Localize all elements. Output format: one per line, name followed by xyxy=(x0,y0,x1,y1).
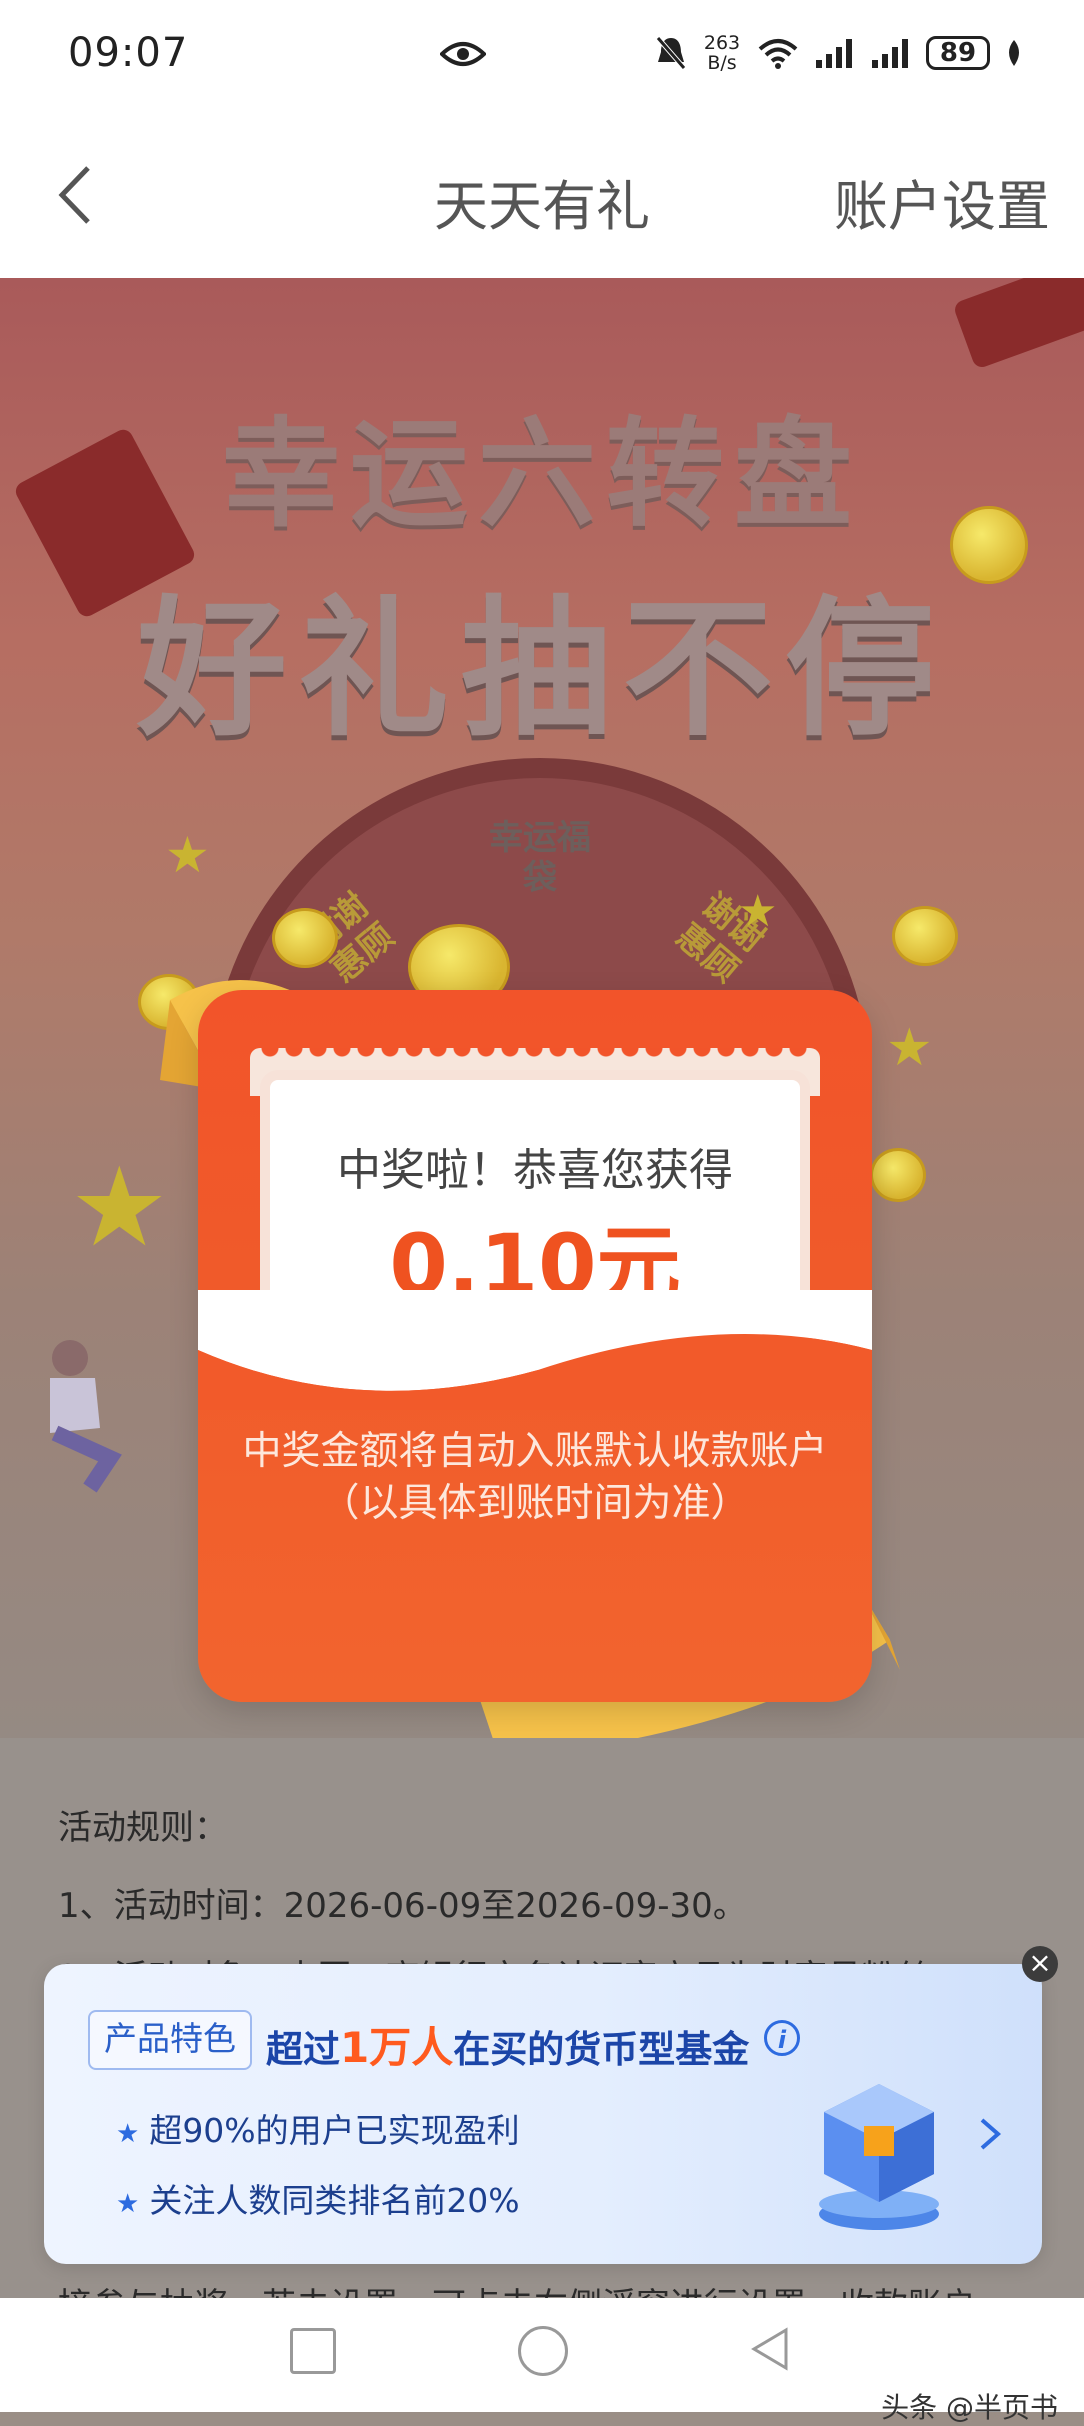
signal-icon xyxy=(872,39,908,68)
star-icon: ★ xyxy=(165,826,210,884)
ad-bullet: ★ 关注人数同类排名前20% xyxy=(116,2174,520,2222)
envelope-flap xyxy=(198,1290,872,1410)
star-icon: ★ xyxy=(738,886,778,937)
wifi-icon xyxy=(758,39,798,69)
star-icon: ★ xyxy=(886,1018,933,1078)
recent-apps-button[interactable] xyxy=(290,2328,336,2374)
star-icon: ★ xyxy=(70,1143,169,1271)
product-feature-tag: 产品特色 xyxy=(88,2010,252,2070)
account-settings-link[interactable]: 账户设置 xyxy=(834,162,1050,241)
net-speed-unit: B/s xyxy=(707,52,737,74)
back-triangle-icon[interactable] xyxy=(746,2324,796,2374)
net-speed-value: 263 xyxy=(703,32,741,54)
status-time: 09:07 xyxy=(68,30,189,76)
cube-illustration xyxy=(819,2084,939,2230)
rules-line: 1、活动时间：2026-06-09至2026-09-30。 xyxy=(58,1886,747,1926)
star-bullet-icon: ★ xyxy=(116,2119,140,2149)
prize-note: 中奖金额将自动入账默认收款账户 （以具体到账时间为准） xyxy=(198,1426,872,1530)
rules-title: 活动规则： xyxy=(58,1808,228,1848)
net-speed: 263 B/s xyxy=(702,33,742,73)
ad-headline-highlight: 1万人 xyxy=(340,2023,454,2072)
coin-icon xyxy=(272,908,338,968)
ad-headline-pre: 超过 xyxy=(266,2028,340,2071)
mute-icon xyxy=(656,36,686,70)
chevron-right-icon[interactable] xyxy=(974,2114,1004,2154)
promo-headline-1: 幸运六转盘 xyxy=(221,405,862,543)
prize-dialog: 中奖啦！恭喜您获得 0.10元 中奖金额将自动入账默认收款账户 （以具体到账时间… xyxy=(198,990,872,1702)
star-bullet-icon: ★ xyxy=(116,2189,140,2219)
ad-headline: 超过1万人在买的货币型基金 xyxy=(266,2014,749,2075)
prize-note-line-1: 中奖金额将自动入账默认收款账户 xyxy=(242,1429,828,1474)
person-illustration xyxy=(50,1340,122,1493)
signal-icon xyxy=(816,39,852,68)
info-icon[interactable]: i xyxy=(764,2020,800,2056)
prize-note-line-2: （以具体到账时间为准） xyxy=(320,1481,750,1526)
watermark: 头条 @半页书 xyxy=(881,2391,1058,2424)
ad-bullet: ★ 超90%的用户已实现盈利 xyxy=(116,2104,520,2152)
eye-icon xyxy=(440,42,486,66)
leaf-icon xyxy=(1009,40,1019,66)
ad-headline-post: 在买的货币型基金 xyxy=(453,2028,750,2071)
coin-icon xyxy=(892,906,958,966)
prize-message: 中奖啦！恭喜您获得 xyxy=(337,1145,733,1196)
promo-headline-2: 好礼抽不停 xyxy=(136,583,947,757)
status-icons: 263 B/s 89 xyxy=(654,28,1024,78)
wheel-segment-center: 幸运福袋 xyxy=(489,818,591,898)
status-bar: 09:07 263 B/s 89 xyxy=(0,0,1084,110)
close-ad-button[interactable]: × xyxy=(1022,1946,1058,1982)
fund-ad-card[interactable]: 产品特色 超过1万人在买的货币型基金 i ★ 超90%的用户已实现盈利 ★ 关注人数… xyxy=(44,1964,1042,2264)
ad-bullet-text: 关注人数同类排名前20% xyxy=(149,2181,520,2220)
coin-icon xyxy=(870,1148,926,1202)
red-envelope-icon xyxy=(952,278,1084,370)
home-button[interactable] xyxy=(518,2326,568,2376)
ad-bullet-text: 超90%的用户已实现盈利 xyxy=(149,2111,520,2150)
nav-bar: 天天有礼 账户设置 xyxy=(0,110,1084,278)
battery-icon: 89 xyxy=(926,36,990,70)
